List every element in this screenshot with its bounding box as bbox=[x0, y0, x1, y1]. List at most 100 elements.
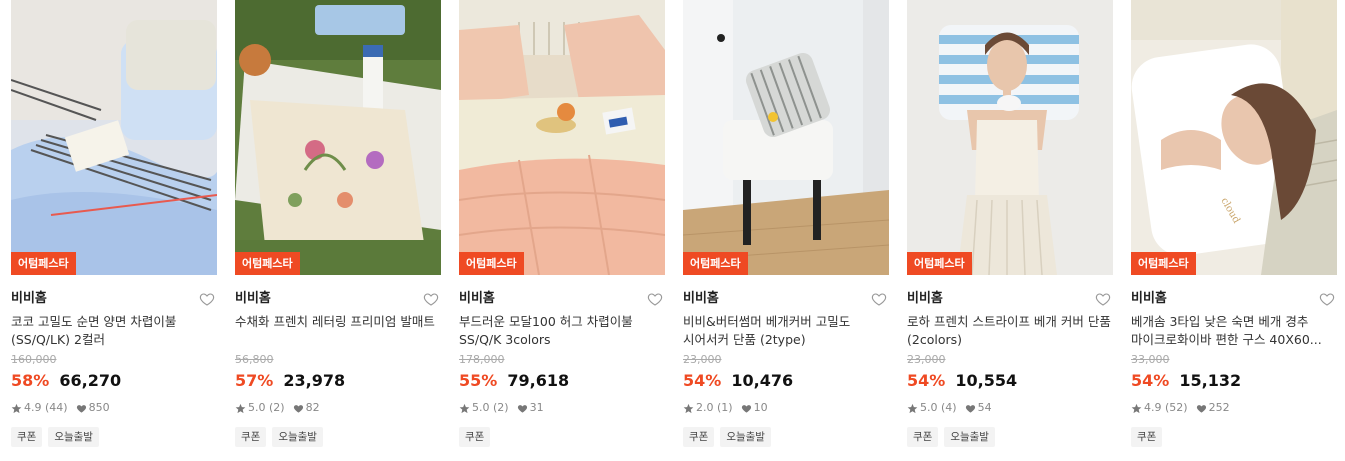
coupon-tag: 쿠폰 bbox=[1131, 427, 1163, 447]
coupon-tag: 쿠폰 bbox=[683, 427, 715, 447]
product-title[interactable]: 베개솜 3타입 낮은 숙면 베개 경추 마이크로화이바 편한 구스 40X60.… bbox=[1131, 313, 1337, 349]
product-card[interactable]: 어텀페스타 비비홈 비비&버터썸머 베개커버 고밀도 시어서커 단품 (2typ… bbox=[683, 0, 889, 461]
brand-name[interactable]: 비비홈 bbox=[683, 288, 889, 310]
heart-outline-icon[interactable] bbox=[1319, 291, 1335, 307]
event-badge: 어텀페스타 bbox=[459, 252, 524, 275]
rating-text: 4.9 (52) bbox=[1144, 401, 1188, 414]
sale-price: 10,554 bbox=[955, 371, 1018, 390]
heart-outline-icon[interactable] bbox=[871, 291, 887, 307]
like-count: 82 bbox=[305, 401, 320, 414]
original-price: 33,000 bbox=[1131, 353, 1170, 366]
review-meta: 4.9 (52) 252 bbox=[1131, 400, 1337, 416]
sale-price: 10,476 bbox=[731, 371, 794, 390]
review-meta: 5.0 (2) 82 bbox=[235, 400, 441, 416]
discount-rate: 54% bbox=[907, 371, 946, 390]
today-ship-tag: 오늘출발 bbox=[48, 427, 99, 447]
star-icon bbox=[235, 403, 246, 413]
product-image[interactable]: cloud 어텀페스타 bbox=[1131, 0, 1337, 275]
product-card[interactable]: cloud 어텀페스타 비비홈 베개솜 3타입 낮은 숙면 베개 경추 마이크로… bbox=[1131, 0, 1337, 461]
heart-outline-icon[interactable] bbox=[423, 291, 439, 307]
heart-outline-icon[interactable] bbox=[647, 291, 663, 307]
product-card[interactable]: 어텀페스타 비비홈 부드러운 모달100 허그 차렵이불 SS/Q/K 3col… bbox=[459, 0, 665, 461]
product-grid: 어텀페스타 비비홈 코코 고밀도 순면 양면 차렵이불 (SS/Q/LK) 2컬… bbox=[0, 0, 1345, 461]
tag-list: 쿠폰 오늘출발 bbox=[907, 427, 1113, 447]
event-badge: 어텀페스타 bbox=[683, 252, 748, 275]
product-title[interactable]: 부드러운 모달100 허그 차렵이불 SS/Q/K 3colors bbox=[459, 313, 665, 349]
product-card[interactable]: 어텀페스타 비비홈 수채화 프렌치 레터링 프리미엄 발매트 56,800 57… bbox=[235, 0, 441, 461]
like-count: 850 bbox=[88, 401, 110, 414]
sale-price: 23,978 bbox=[283, 371, 346, 390]
brand-name[interactable]: 비비홈 bbox=[907, 288, 1113, 310]
event-badge: 어텀페스타 bbox=[1131, 252, 1196, 275]
heart-filled-icon bbox=[741, 404, 751, 413]
sale-price: 15,132 bbox=[1179, 371, 1242, 390]
like-count: 31 bbox=[529, 401, 544, 414]
discount-rate: 58% bbox=[11, 371, 50, 390]
rating-text: 4.9 (44) bbox=[24, 401, 68, 414]
original-price: 56,800 bbox=[235, 353, 274, 366]
product-image[interactable]: 어텀페스타 bbox=[907, 0, 1113, 275]
tag-list: 쿠폰 오늘출발 bbox=[11, 427, 217, 447]
event-badge: 어텀페스타 bbox=[11, 252, 76, 275]
original-price: 178,000 bbox=[459, 353, 505, 366]
star-icon bbox=[907, 403, 918, 413]
discount-rate: 55% bbox=[459, 371, 498, 390]
review-meta: 5.0 (4) 54 bbox=[907, 400, 1113, 416]
product-image[interactable]: 어텀페스타 bbox=[235, 0, 441, 275]
coupon-tag: 쿠폰 bbox=[235, 427, 267, 447]
rating-text: 2.0 (1) bbox=[696, 401, 733, 414]
heart-filled-icon bbox=[76, 404, 86, 413]
star-icon bbox=[1131, 403, 1142, 413]
coupon-tag: 쿠폰 bbox=[11, 427, 43, 447]
today-ship-tag: 오늘출발 bbox=[944, 427, 995, 447]
original-price: 23,000 bbox=[683, 353, 722, 366]
heart-outline-icon[interactable] bbox=[199, 291, 215, 307]
star-icon bbox=[11, 403, 22, 413]
brand-name[interactable]: 비비홈 bbox=[1131, 288, 1337, 310]
product-image[interactable]: 어텀페스타 bbox=[11, 0, 217, 275]
review-meta: 2.0 (1) 10 bbox=[683, 400, 889, 416]
event-badge: 어텀페스타 bbox=[235, 252, 300, 275]
brand-name[interactable]: 비비홈 bbox=[11, 288, 217, 310]
rating-text: 5.0 (2) bbox=[248, 401, 285, 414]
tag-list: 쿠폰 오늘출발 bbox=[683, 427, 889, 447]
product-card[interactable]: 어텀페스타 비비홈 로하 프렌치 스트라이프 베개 커버 단품 (2colors… bbox=[907, 0, 1113, 461]
product-title[interactable]: 비비&버터썸머 베개커버 고밀도 시어서커 단품 (2type) bbox=[683, 313, 889, 349]
review-meta: 5.0 (2) 31 bbox=[459, 400, 665, 416]
tag-list: 쿠폰 bbox=[459, 427, 665, 447]
star-icon bbox=[683, 403, 694, 413]
heart-outline-icon[interactable] bbox=[1095, 291, 1111, 307]
coupon-tag: 쿠폰 bbox=[459, 427, 491, 447]
product-image[interactable]: 어텀페스타 bbox=[459, 0, 665, 275]
heart-filled-icon bbox=[1196, 404, 1206, 413]
brand-name[interactable]: 비비홈 bbox=[235, 288, 441, 310]
today-ship-tag: 오늘출발 bbox=[272, 427, 323, 447]
discount-rate: 54% bbox=[1131, 371, 1170, 390]
product-card[interactable]: 어텀페스타 비비홈 코코 고밀도 순면 양면 차렵이불 (SS/Q/LK) 2컬… bbox=[11, 0, 217, 461]
star-icon bbox=[459, 403, 470, 413]
review-meta: 4.9 (44) 850 bbox=[11, 400, 217, 416]
product-title[interactable]: 로하 프렌치 스트라이프 베개 커버 단품 (2colors) bbox=[907, 313, 1113, 349]
heart-filled-icon bbox=[517, 404, 527, 413]
like-count: 252 bbox=[1208, 401, 1230, 414]
original-price: 160,000 bbox=[11, 353, 57, 366]
heart-filled-icon bbox=[965, 404, 975, 413]
heart-filled-icon bbox=[293, 404, 303, 413]
rating-text: 5.0 (4) bbox=[920, 401, 957, 414]
coupon-tag: 쿠폰 bbox=[907, 427, 939, 447]
brand-name[interactable]: 비비홈 bbox=[459, 288, 665, 310]
original-price: 23,000 bbox=[907, 353, 946, 366]
tag-list: 쿠폰 bbox=[1131, 427, 1337, 447]
sale-price: 66,270 bbox=[59, 371, 122, 390]
like-count: 54 bbox=[977, 401, 992, 414]
discount-rate: 54% bbox=[683, 371, 722, 390]
today-ship-tag: 오늘출발 bbox=[720, 427, 771, 447]
rating-text: 5.0 (2) bbox=[472, 401, 509, 414]
sale-price: 79,618 bbox=[507, 371, 570, 390]
product-title[interactable]: 코코 고밀도 순면 양면 차렵이불 (SS/Q/LK) 2컬러 bbox=[11, 313, 217, 349]
event-badge: 어텀페스타 bbox=[907, 252, 972, 275]
product-image[interactable]: 어텀페스타 bbox=[683, 0, 889, 275]
product-title[interactable]: 수채화 프렌치 레터링 프리미엄 발매트 bbox=[235, 313, 441, 349]
tag-list: 쿠폰 오늘출발 bbox=[235, 427, 441, 447]
discount-rate: 57% bbox=[235, 371, 274, 390]
